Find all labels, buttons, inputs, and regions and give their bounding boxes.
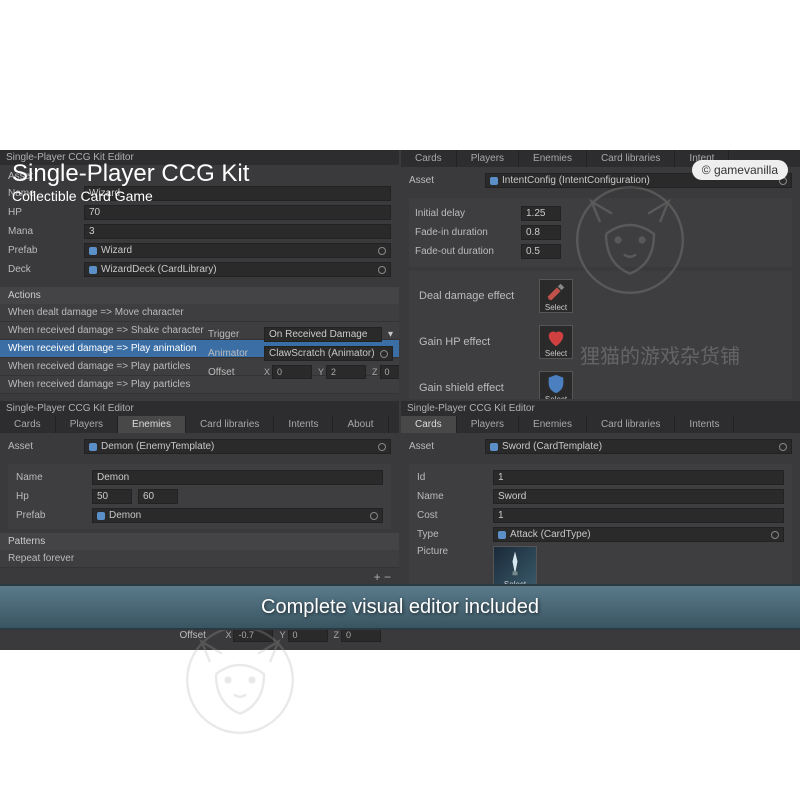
offset-x[interactable]: -0.7 [233,628,273,642]
heart-icon [545,327,567,349]
tabs: Cards Players Enemies Card libraries Int… [401,416,800,433]
trigger-dropdown[interactable]: On Received Damage [264,327,382,342]
panel-wizard: Single-Player CCG Kit Editor Asset NameW… [0,150,399,399]
tab-players[interactable]: Players [457,150,519,167]
hp-field[interactable]: 70 [84,205,391,220]
initial-delay-field[interactable]: 1.25 [521,206,561,221]
remove-button[interactable]: − [384,396,391,399]
fadein-field[interactable]: 0.8 [521,225,561,240]
sword-icon [545,281,567,303]
tab-enemies[interactable]: Enemies [519,150,587,167]
tab-intents[interactable]: Intents [274,416,333,433]
panel-intent: Cards Players Enemies Card libraries Int… [401,150,800,399]
prefab-field[interactable]: Demon [92,508,383,523]
fadeout-field[interactable]: 0.5 [521,244,561,259]
asset-icon [490,443,498,451]
tab-enemies[interactable]: Enemies [118,416,186,433]
editor-grid: Single-Player CCG Kit Editor Asset NameW… [0,150,800,650]
hp-max-field[interactable]: 60 [138,489,178,504]
tab-enemies[interactable]: Enemies [519,416,587,433]
tab-libraries[interactable]: Card libraries [186,416,274,433]
asset-field[interactable]: Sword (CardTemplate) [485,439,792,454]
tab-libraries[interactable]: Card libraries [587,416,675,433]
object-picker-icon[interactable] [771,531,779,539]
name-field[interactable]: Sword [493,489,784,504]
tab-cards[interactable]: Cards [0,416,56,433]
remove-button[interactable]: − [384,570,391,584]
sword-icon [500,549,530,579]
chevron-down-icon: ▾ [388,329,393,340]
tabs: Cards Players Enemies Card libraries Int… [0,416,399,433]
asset-icon [490,177,498,185]
cost-field[interactable]: 1 [493,508,784,523]
copyright-badge: © gamevanilla [692,160,788,180]
deck-icon [89,266,97,274]
object-picker-icon[interactable] [779,443,787,451]
trigger-block: TriggerOn Received Damage▾ AnimatorClawS… [208,325,393,381]
tab-players[interactable]: Players [56,416,118,433]
object-picker-icon[interactable] [370,512,378,520]
hp-min-field[interactable]: 50 [92,489,132,504]
asset-label: Asset [8,171,78,182]
window-title: Single-Player CCG Kit Editor [401,401,800,416]
window-title: Single-Player CCG Kit Editor [0,401,399,416]
asset-icon [89,443,97,451]
actions-header: Actions [0,287,399,304]
type-field[interactable]: Attack (CardType) [493,527,784,542]
offset-y[interactable]: 2 [326,365,366,379]
damage-effect-slot[interactable]: Select [539,279,573,313]
action-item[interactable]: When dealt damage => Move character [0,304,399,322]
offset-z[interactable]: 0 [380,365,399,379]
add-button[interactable]: + [374,396,381,399]
object-picker-icon[interactable] [378,266,386,274]
tab-libraries[interactable]: Card libraries [587,150,675,167]
type-icon [498,531,506,539]
banner: Complete visual editor included [0,584,800,630]
tab-players[interactable]: Players [457,416,519,433]
shield-icon [545,373,567,395]
tab-about[interactable]: About [333,416,388,433]
patterns-header: Patterns [0,533,399,550]
object-picker-icon[interactable] [378,443,386,451]
id-field[interactable]: 1 [493,470,784,485]
mana-field[interactable]: 3 [84,224,391,239]
deck-field[interactable]: WizardDeck (CardLibrary) [84,262,391,277]
tab-cards[interactable]: Cards [401,416,457,433]
tab-cards[interactable]: Cards [401,150,457,167]
object-picker-icon[interactable] [378,247,386,255]
pattern-item[interactable]: Repeat forever [0,550,399,568]
prefab-field[interactable]: Wizard [84,243,391,258]
name-field[interactable]: Wizard [84,186,391,201]
asset-field[interactable]: Demon (EnemyTemplate) [84,439,391,454]
prefab-icon [97,512,105,520]
shield-effect-slot[interactable]: Select [539,371,573,399]
prefab-icon [89,247,97,255]
add-button[interactable]: + [374,570,381,584]
offset-x[interactable]: 0 [272,365,312,379]
name-field[interactable]: Demon [92,470,383,485]
object-picker-icon[interactable] [380,350,388,358]
offset-z[interactable]: 0 [341,628,381,642]
animator-field[interactable]: ClawScratch (Animator) [264,346,393,361]
hp-effect-slot[interactable]: Select [539,325,573,359]
tab-intents[interactable]: Intents [675,416,734,433]
window-title: Single-Player CCG Kit Editor [0,150,399,165]
offset-y[interactable]: 0 [288,628,328,642]
